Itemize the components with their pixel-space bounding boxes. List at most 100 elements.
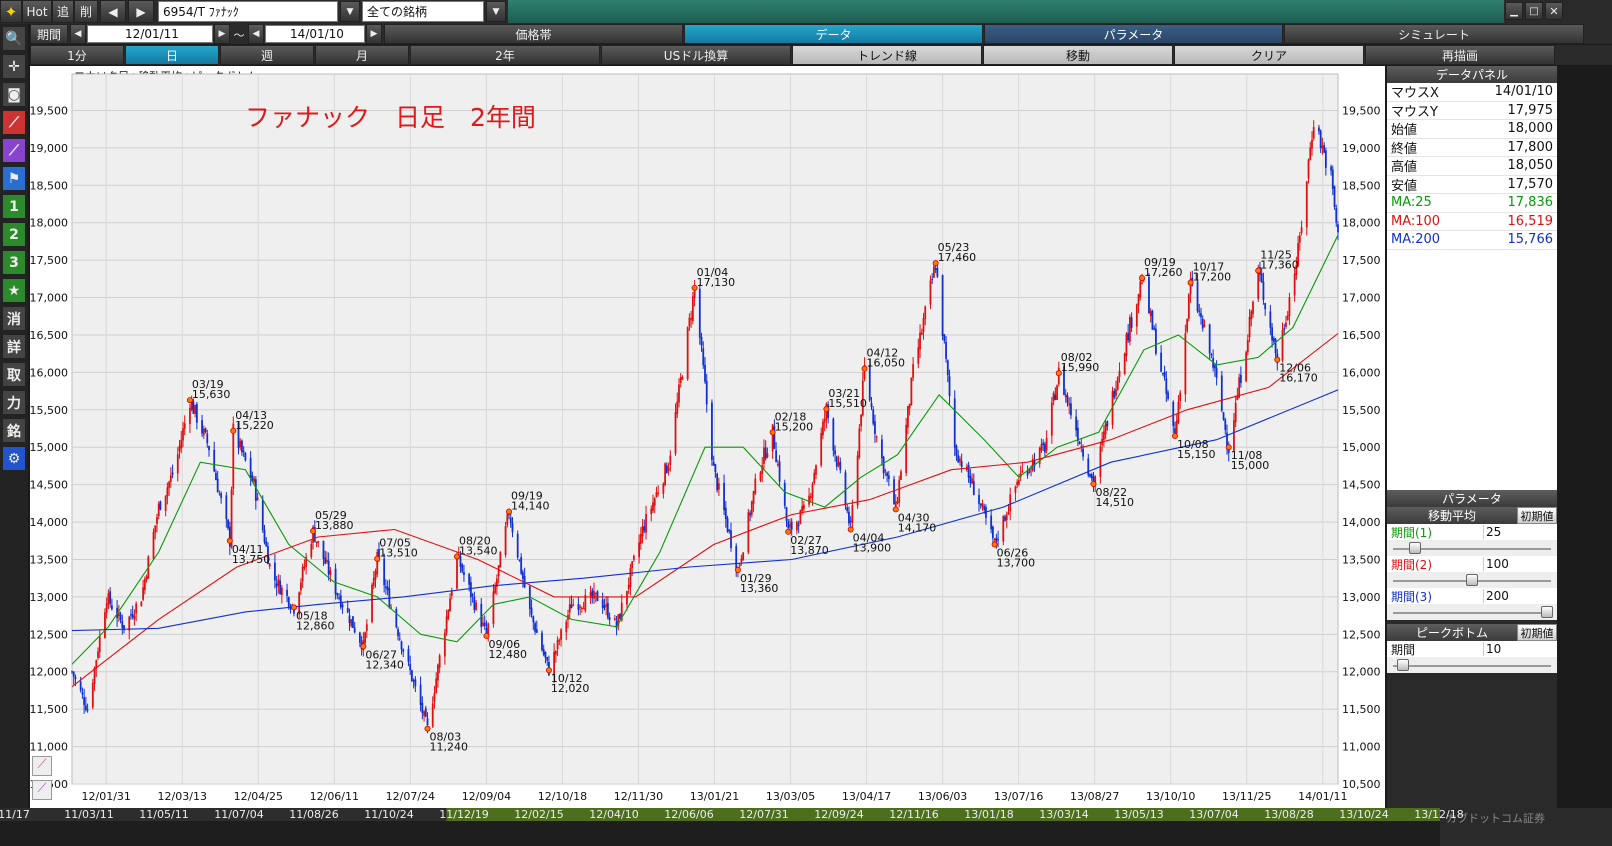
tool-3[interactable]: 3 [2, 250, 26, 275]
title-bar [508, 0, 1504, 23]
ma-slider-knob[interactable] [1466, 574, 1478, 586]
candle-body [849, 520, 852, 522]
candle-body [208, 446, 210, 451]
candle-body [752, 491, 755, 504]
peak-value-label: 14,140 [511, 500, 550, 513]
minimize-icon[interactable]: ▁ [1505, 2, 1523, 20]
tool-brand[interactable]: 銘 [2, 418, 26, 443]
ma-slider-knob[interactable] [1409, 542, 1421, 554]
bottom-value-label: 11,240 [430, 741, 469, 754]
ma-param-value[interactable]: 100 [1483, 557, 1557, 571]
tool-input[interactable]: 力 [2, 390, 26, 415]
pb-reset-button[interactable]: 初期値 [1517, 624, 1557, 641]
candle-body [1127, 332, 1130, 341]
candle-body [1125, 334, 1128, 356]
tab-2year[interactable]: 2年 [410, 45, 600, 65]
filter-select[interactable]: 全ての銘柄 [362, 1, 484, 22]
pb-slider-knob[interactable] [1397, 659, 1409, 671]
candle-body [882, 456, 885, 474]
chart-mini-icon-2[interactable]: ⟋ [32, 780, 52, 800]
tool-get[interactable]: 取 [2, 362, 26, 387]
tab-monthly[interactable]: 月 [315, 45, 409, 65]
tool-1[interactable]: 1 [2, 194, 26, 219]
flag-icon[interactable]: ⚑ [2, 166, 26, 191]
gear-icon[interactable]: ⚙ [2, 446, 26, 471]
tab-clear[interactable]: クリア [1174, 45, 1364, 65]
candle-body [953, 398, 956, 448]
candle-body [1234, 402, 1237, 423]
hot-button[interactable]: Hot [22, 0, 52, 23]
candle-body [822, 421, 824, 436]
lightbulb-icon[interactable]: ✦ [0, 0, 22, 23]
tab-price-band[interactable]: 価格帯 [384, 24, 683, 44]
tab-1min[interactable]: 1分 [30, 45, 124, 65]
from-prev-icon[interactable]: ◀ [70, 24, 86, 44]
tool-erase[interactable]: 消 [2, 306, 26, 331]
ma-param-slider[interactable] [1387, 540, 1557, 556]
delete-button[interactable]: 削 [74, 0, 98, 23]
candle-body [908, 404, 911, 409]
symbol-dropdown-icon[interactable]: ▼ [340, 1, 360, 22]
chart-purple-icon[interactable]: ⟋ [2, 138, 26, 163]
candle-body [1082, 448, 1084, 457]
ma-reset-button[interactable]: 初期値 [1517, 507, 1557, 524]
tab-usd[interactable]: USドル換算 [601, 45, 791, 65]
ma-param-value[interactable]: 200 [1483, 589, 1557, 603]
candle-body [596, 591, 599, 602]
tab-weekly[interactable]: 週 [220, 45, 314, 65]
close-icon[interactable]: ✕ [1545, 2, 1563, 20]
search-icon[interactable]: 🔍 [2, 26, 26, 51]
to-date-field[interactable]: 14/01/10 [265, 25, 365, 43]
crosshair-icon[interactable]: ✛ [2, 54, 26, 79]
candle-body [133, 615, 136, 620]
tab-parameters[interactable]: パラメータ [984, 24, 1283, 44]
candle-body [1078, 442, 1081, 445]
tab-simulate[interactable]: シミュレート [1284, 24, 1584, 44]
filter-dropdown-icon[interactable]: ▼ [486, 1, 506, 22]
candle-body [650, 508, 653, 514]
ma-param-slider[interactable] [1387, 572, 1557, 588]
symbol-field[interactable]: 6954/T ﾌｧﾅｯｸ [158, 1, 338, 22]
interval-tabs: 1分 日 週 月 2年 USドル換算 トレンド線 移動 クリア 再描画 [30, 45, 1612, 65]
ma-param-value[interactable]: 25 [1483, 525, 1557, 539]
from-next-icon[interactable]: ▶ [214, 24, 230, 44]
candle-body [372, 578, 375, 586]
tab-trendline[interactable]: トレンド線 [792, 45, 982, 65]
from-date-field[interactable]: 12/01/11 [87, 25, 213, 43]
tab-move[interactable]: 移動 [983, 45, 1173, 65]
price-chart[interactable]: 10,50010,50011,00011,00011,50011,50012,0… [30, 66, 1385, 808]
camera-icon[interactable]: ◙ [2, 82, 26, 107]
chart-mini-icon-1[interactable]: ⟋ [32, 756, 52, 776]
tool-2[interactable]: 2 [2, 222, 26, 247]
candle-body [582, 608, 585, 610]
to-next-icon[interactable]: ▶ [366, 24, 382, 44]
chart-red-icon[interactable]: ⟋ [2, 110, 26, 135]
maximize-icon[interactable]: □ [1525, 2, 1543, 20]
to-prev-icon[interactable]: ◀ [248, 24, 264, 44]
ma-slider-knob[interactable] [1541, 606, 1553, 618]
next-arrow-icon[interactable]: ▶ [128, 0, 154, 23]
tab-data[interactable]: データ [684, 24, 983, 44]
tab-redraw[interactable]: 再描画 [1365, 45, 1555, 65]
add-button[interactable]: 追 [52, 0, 74, 23]
timeline-bar[interactable]: カブドットコム証券 11/17 11/03/11 11/05/11 11/07/04 1… [0, 808, 1612, 846]
ma-param-row: 期間(2) 100 [1387, 556, 1557, 572]
ma-param-slider[interactable] [1387, 604, 1557, 620]
pb-period-slider[interactable] [1387, 657, 1557, 673]
x-tick-label: 13/08/27 [1070, 790, 1119, 803]
tool-detail[interactable]: 詳 [2, 334, 26, 359]
tab-daily[interactable]: 日 [125, 45, 219, 65]
candle-body [764, 447, 767, 459]
bottom-value-label: 12,020 [551, 682, 590, 695]
pb-period-value[interactable]: 10 [1483, 642, 1557, 656]
candle-body [180, 439, 183, 449]
candle-body [275, 583, 278, 587]
timeline-label: 11/03/11 [64, 808, 114, 821]
candle-body [747, 512, 750, 553]
star-icon[interactable]: ★ [2, 278, 26, 303]
y-tick-label-left: 11,500 [30, 703, 68, 716]
bottom-value-label: 14,170 [898, 521, 937, 534]
candle-body [579, 606, 582, 608]
x-tick-label: 12/11/30 [614, 790, 663, 803]
prev-arrow-icon[interactable]: ◀ [100, 0, 126, 23]
